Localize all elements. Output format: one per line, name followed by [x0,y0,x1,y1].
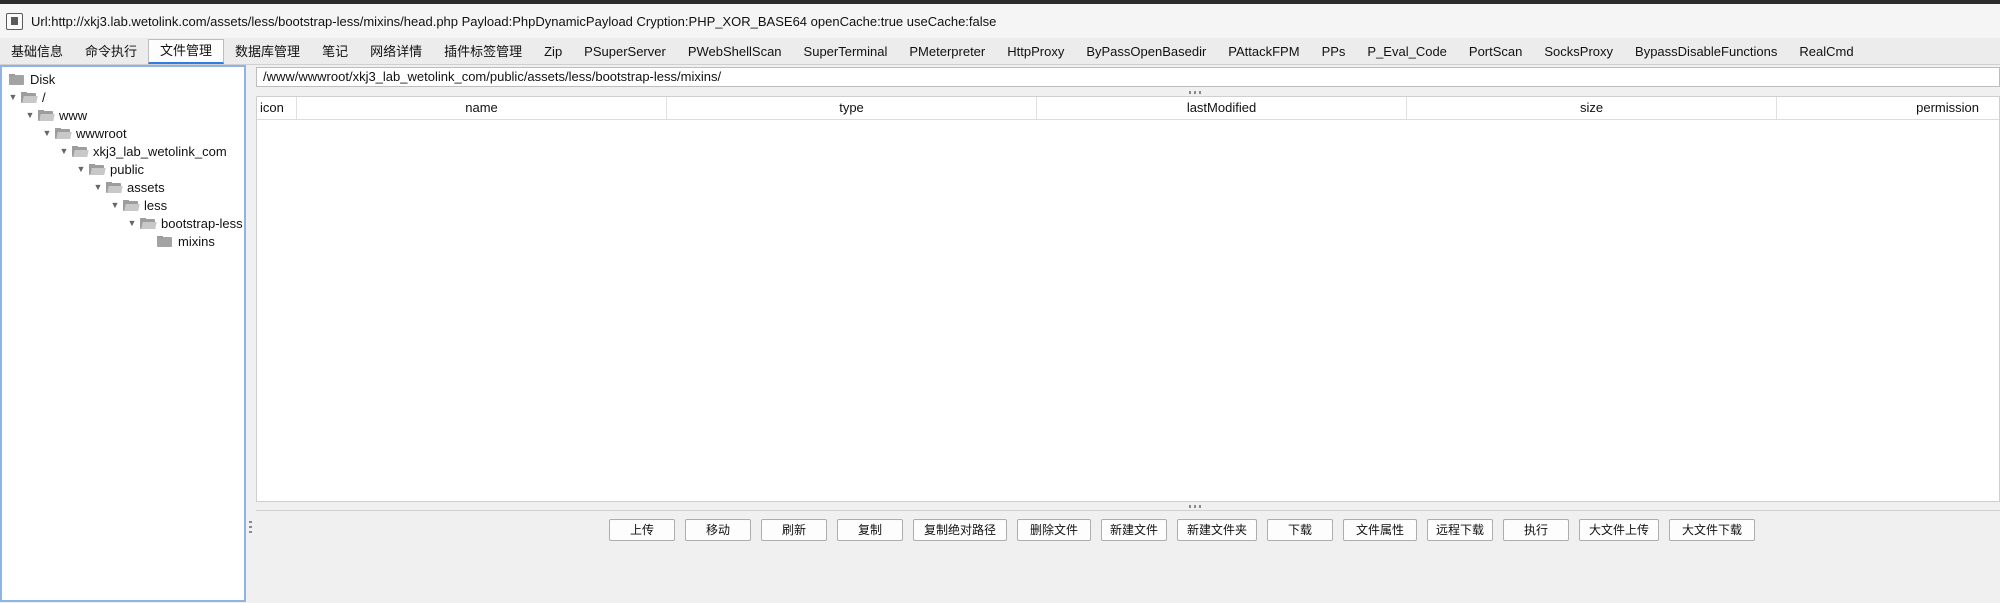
file-table[interactable]: icon name type lastModified size permission [256,96,2000,502]
move-button[interactable]: 移动 [685,519,751,541]
expand-arrow-icon[interactable]: ▼ [75,164,87,174]
tab-14[interactable]: PAttackFPM [1217,40,1310,64]
tree-node-label: www [59,107,88,123]
expand-arrow-icon[interactable]: ▼ [58,146,70,156]
open-folder-icon [123,199,140,211]
column-header-permission[interactable]: permission [1777,97,1999,119]
file-properties-button[interactable]: 文件属性 [1343,519,1417,541]
app-icon [6,12,23,30]
expand-arrow-icon[interactable]: ▼ [41,128,53,138]
tab-19[interactable]: BypassDisableFunctions [1624,40,1788,64]
tab-15[interactable]: PPs [1311,40,1357,64]
column-header-size[interactable]: size [1407,97,1777,119]
tab-5[interactable]: 网络详情 [359,40,433,64]
remote-download-button[interactable]: 远程下载 [1427,519,1493,541]
tab-17[interactable]: PortScan [1458,40,1533,64]
delete-file-button[interactable]: 删除文件 [1017,519,1091,541]
tab-8[interactable]: PSuperServer [573,40,677,64]
copy-absolute-path-button[interactable]: 复制绝对路径 [913,519,1007,541]
action-panel: 上传 移动 刷新 复制 复制绝对路径 删除文件 新建文件 新建文件夹 下载 文件属性 远程下载 执行大… [256,510,2000,603]
tab-1[interactable]: 命令执行 [74,40,148,64]
horizontal-grip-icon[interactable] [1189,505,1203,508]
directory-tree[interactable]: ▼Disk▼/▼www▼wwwroot▼xkj3_lab_wetolink_co… [0,65,246,602]
tab-13[interactable]: ByPassOpenBasedir [1075,40,1217,64]
tab-2[interactable]: 文件管理 [148,39,225,64]
vertical-splitter[interactable] [246,65,255,602]
expand-arrow-icon[interactable]: ▼ [7,92,19,102]
tab-10[interactable]: SuperTerminal [793,40,899,64]
expand-arrow-icon[interactable]: ▼ [109,200,121,210]
open-folder-icon [72,145,89,157]
folder-icon [9,73,25,85]
new-file-button[interactable]: 新建文件 [1101,519,1167,541]
execute-button[interactable]: 执行 [1503,519,1569,541]
tree-node-label: assets [127,179,165,195]
tab-4[interactable]: 笔记 [311,40,359,64]
tab-9[interactable]: PWebShellScan [677,40,793,64]
tree-node[interactable]: ▼mixins [143,232,215,250]
folder-icon [157,235,173,247]
tab-6[interactable]: 插件标签管理 [433,40,533,64]
tree-node[interactable]: ▼ www [24,106,88,124]
tree-node[interactable]: ▼ assets [92,178,165,196]
expand-arrow-icon[interactable]: ▼ [24,110,36,120]
tree-node-label: less [144,197,168,213]
open-folder-icon [21,91,38,103]
tree-node-label: Disk [30,71,56,87]
expand-arrow-icon[interactable]: ▼ [126,218,138,228]
tree-node-label: mixins [178,233,215,249]
tree-node-label: xkj3_lab_wetolink_com [93,143,227,159]
open-folder-icon [106,181,123,193]
column-header-name[interactable]: name [297,97,667,119]
copy-button[interactable]: 复制 [837,519,903,541]
tree-node-label: / [42,89,46,105]
path-input[interactable]: /www/wwwroot/xkj3_lab_wetolink_com/publi… [256,67,2000,87]
plugin-tab-bar: 基础信息 命令执行 文件管理 数据库管理 笔记 网络详情 插件标签管理 Zip PSuperSe… [0,38,2000,65]
tree-node-label: public [110,161,144,177]
tab-16[interactable]: P_Eval_Code [1356,40,1458,64]
tree-node-label: wwwroot [76,125,127,141]
upload-button[interactable]: 上传 [609,519,675,541]
open-folder-icon [89,163,106,175]
open-folder-icon [140,217,157,229]
file-table-header: icon name type lastModified size permission [257,97,1999,120]
refresh-button[interactable]: 刷新 [761,519,827,541]
open-folder-icon [38,109,55,121]
download-button[interactable]: 下载 [1267,519,1333,541]
large-file-download-button[interactable]: 大文件下载 [1669,519,1755,541]
horizontal-grip-icon[interactable] [1189,91,1203,94]
large-file-upload-button[interactable]: 大文件上传 [1579,519,1659,541]
tree-node[interactable]: ▼ / [7,88,46,106]
tree-node[interactable]: ▼ less [109,196,168,214]
column-header-icon[interactable]: icon [257,97,297,119]
tree-node-label: bootstrap-less [161,215,243,231]
tab-12[interactable]: HttpProxy [996,40,1075,64]
column-header-lastModified[interactable]: lastModified [1037,97,1407,119]
tab-3[interactable]: 数据库管理 [224,40,311,64]
tab-0[interactable]: 基础信息 [0,40,74,64]
open-folder-icon [55,127,72,139]
tree-node[interactable]: ▼Disk [7,70,55,88]
tree-node[interactable]: ▼ bootstrap-less [126,214,243,232]
tree-node[interactable]: ▼ xkj3_lab_wetolink_com [58,142,227,160]
tab-11[interactable]: PMeterpreter [898,40,996,64]
window-title: Url:http://xkj3.lab.wetolink.com/assets/… [31,13,997,29]
tab-18[interactable]: SocksProxy [1533,40,1624,64]
splitter-grip-icon [249,521,252,535]
tab-20[interactable]: RealCmd [1788,40,1864,64]
column-header-type[interactable]: type [667,97,1037,119]
expand-arrow-icon[interactable]: ▼ [92,182,104,192]
new-folder-button[interactable]: 新建文件夹 [1177,519,1257,541]
window-title-bar: Url:http://xkj3.lab.wetolink.com/assets/… [0,4,2000,38]
tree-node[interactable]: ▼ wwwroot [41,124,127,142]
action-button-row: 上传 移动 刷新 复制 复制绝对路径 删除文件 新建文件 新建文件夹 下载 文件属性 远程下载 执行大… [609,519,1755,541]
tree-node[interactable]: ▼ public [75,160,144,178]
tab-7[interactable]: Zip [533,40,573,64]
